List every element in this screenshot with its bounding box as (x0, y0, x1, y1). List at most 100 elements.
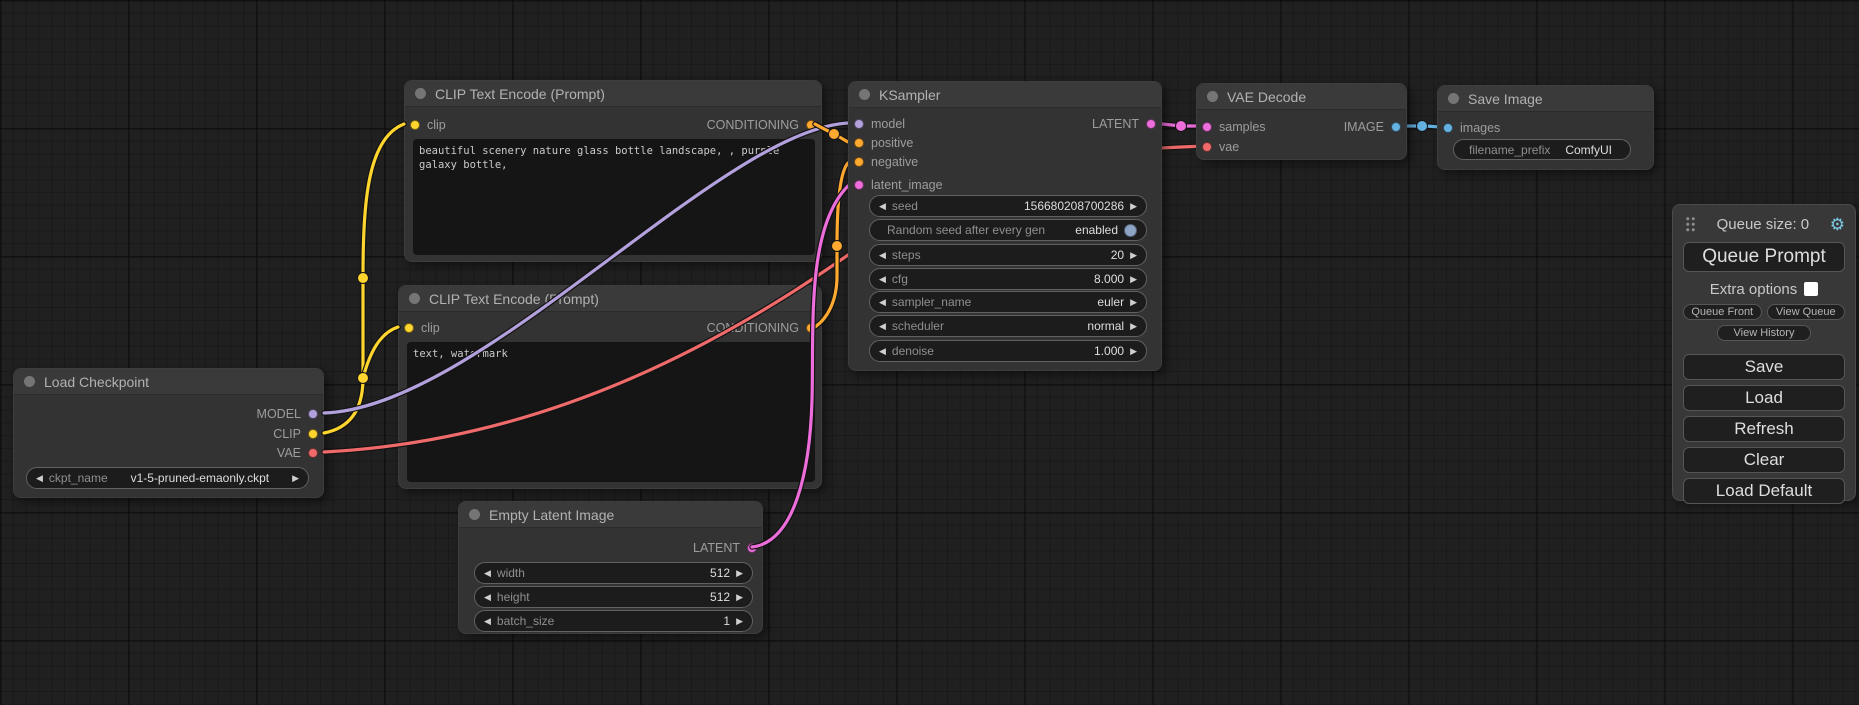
conditioning-port-dot[interactable] (854, 138, 864, 148)
queue-prompt-button[interactable]: Queue Prompt (1683, 242, 1845, 272)
filename-prefix-widget[interactable]: filename_prefix ComfyUI (1453, 139, 1631, 160)
queue-front-button[interactable]: Queue Front (1683, 304, 1762, 320)
node-load-checkpoint[interactable]: Load Checkpoint MODEL CLIP VAE ◀ ckpt_na… (13, 368, 324, 498)
arrow-right-icon[interactable]: ▶ (1130, 251, 1137, 260)
scheduler-widget[interactable]: ◀ scheduler normal ▶ (869, 315, 1147, 337)
collapse-dot-icon[interactable] (1207, 91, 1218, 102)
vae-port-dot[interactable] (1202, 142, 1212, 152)
sampler-name-widget[interactable]: ◀ sampler_name euler ▶ (869, 291, 1147, 313)
vae-port-dot[interactable] (308, 448, 318, 458)
latent-port-dot[interactable] (747, 543, 757, 553)
node-save-image[interactable]: Save Image images filename_prefix ComfyU… (1437, 85, 1654, 170)
output-conditioning[interactable]: CONDITIONING (707, 320, 816, 336)
arrow-right-icon[interactable]: ▶ (1130, 275, 1137, 284)
model-port-dot[interactable] (854, 119, 864, 129)
output-latent[interactable]: LATENT (693, 540, 757, 556)
clip-port-dot[interactable] (308, 429, 318, 439)
input-positive[interactable]: positive (854, 135, 913, 151)
gear-icon[interactable]: ⚙ (1830, 216, 1845, 233)
drag-handle-icon[interactable] (1685, 216, 1696, 233)
arrow-left-icon[interactable]: ◀ (879, 251, 886, 260)
arrow-right-icon[interactable]: ▶ (1130, 347, 1137, 356)
steps-widget[interactable]: ◀ steps 20 ▶ (869, 244, 1147, 266)
load-default-button[interactable]: Load Default (1683, 478, 1845, 504)
output-latent[interactable]: LATENT (1092, 116, 1156, 132)
node-title-bar[interactable]: Save Image (1438, 86, 1653, 112)
node-empty-latent-image[interactable]: Empty Latent Image LATENT ◀ width 512 ▶ … (458, 501, 763, 634)
node-title-bar[interactable]: Empty Latent Image (459, 502, 762, 528)
output-image[interactable]: IMAGE (1344, 119, 1401, 135)
collapse-dot-icon[interactable] (1448, 93, 1459, 104)
batch-size-widget[interactable]: ◀ batch_size 1 ▶ (474, 610, 753, 632)
extra-options-checkbox[interactable] (1804, 282, 1818, 296)
image-port-dot[interactable] (1391, 122, 1401, 132)
model-port-dot[interactable] (308, 409, 318, 419)
denoise-widget[interactable]: ◀ denoise 1.000 ▶ (869, 340, 1147, 362)
input-clip[interactable]: clip (404, 320, 440, 336)
input-samples[interactable]: samples (1202, 119, 1266, 135)
node-title-bar[interactable]: CLIP Text Encode (Prompt) (405, 81, 821, 107)
view-history-button[interactable]: View History (1717, 325, 1811, 341)
arrow-left-icon[interactable]: ◀ (484, 569, 491, 578)
arrow-left-icon[interactable]: ◀ (484, 617, 491, 626)
conditioning-port-dot[interactable] (806, 323, 816, 333)
arrow-left-icon[interactable]: ◀ (36, 474, 43, 483)
node-title-bar[interactable]: VAE Decode (1197, 84, 1406, 110)
input-latent-image[interactable]: latent_image (854, 177, 943, 193)
arrow-right-icon[interactable]: ▶ (736, 617, 743, 626)
load-button[interactable]: Load (1683, 385, 1845, 411)
arrow-left-icon[interactable]: ◀ (879, 202, 886, 211)
refresh-button[interactable]: Refresh (1683, 416, 1845, 442)
arrow-right-icon[interactable]: ▶ (736, 569, 743, 578)
image-port-dot[interactable] (1443, 123, 1453, 133)
node-clip-text-encode-positive[interactable]: CLIP Text Encode (Prompt) clip CONDITION… (404, 80, 822, 262)
collapse-dot-icon[interactable] (469, 509, 480, 520)
arrow-right-icon[interactable]: ▶ (1130, 202, 1137, 211)
node-title-bar[interactable]: Load Checkpoint (14, 369, 323, 395)
arrow-left-icon[interactable]: ◀ (484, 593, 491, 602)
queue-panel[interactable]: Queue size: 0 ⚙ Queue Prompt Extra optio… (1672, 204, 1856, 501)
arrow-left-icon[interactable]: ◀ (879, 347, 886, 356)
arrow-right-icon[interactable]: ▶ (1130, 298, 1137, 307)
negative-prompt-textarea[interactable]: text, watermark (407, 342, 815, 482)
arrow-right-icon[interactable]: ▶ (292, 474, 299, 483)
node-vae-decode[interactable]: VAE Decode samples vae IMAGE (1196, 83, 1407, 160)
arrow-right-icon[interactable]: ▶ (1130, 322, 1137, 331)
node-clip-text-encode-negative[interactable]: CLIP Text Encode (Prompt) clip CONDITION… (398, 285, 822, 489)
height-widget[interactable]: ◀ height 512 ▶ (474, 586, 753, 608)
input-vae[interactable]: vae (1202, 139, 1239, 155)
latent-port-dot[interactable] (854, 180, 864, 190)
cfg-widget[interactable]: ◀ cfg 8.000 ▶ (869, 268, 1147, 290)
output-conditioning[interactable]: CONDITIONING (707, 117, 816, 133)
latent-port-dot[interactable] (1146, 119, 1156, 129)
clip-port-dot[interactable] (410, 120, 420, 130)
arrow-right-icon[interactable]: ▶ (736, 593, 743, 602)
collapse-dot-icon[interactable] (409, 293, 420, 304)
conditioning-port-dot[interactable] (806, 120, 816, 130)
input-clip[interactable]: clip (410, 117, 446, 133)
node-title-bar[interactable]: KSampler (849, 82, 1161, 108)
save-button[interactable]: Save (1683, 354, 1845, 380)
input-images[interactable]: images (1443, 120, 1500, 136)
arrow-left-icon[interactable]: ◀ (879, 275, 886, 284)
seed-widget[interactable]: ◀ seed 156680208700286 ▶ (869, 195, 1147, 217)
latent-port-dot[interactable] (1202, 122, 1212, 132)
clip-port-dot[interactable] (404, 323, 414, 333)
comfyui-canvas[interactable]: Load Checkpoint MODEL CLIP VAE ◀ ckpt_na… (0, 0, 1859, 705)
width-widget[interactable]: ◀ width 512 ▶ (474, 562, 753, 584)
output-model[interactable]: MODEL (257, 406, 318, 422)
output-vae[interactable]: VAE (277, 445, 318, 461)
collapse-dot-icon[interactable] (859, 89, 870, 100)
input-negative[interactable]: negative (854, 154, 918, 170)
output-clip[interactable]: CLIP (273, 426, 318, 442)
arrow-left-icon[interactable]: ◀ (879, 298, 886, 307)
input-model[interactable]: model (854, 116, 905, 132)
toggle-enabled-icon[interactable] (1124, 224, 1137, 237)
clear-button[interactable]: Clear (1683, 447, 1845, 473)
positive-prompt-textarea[interactable]: beautiful scenery nature glass bottle la… (413, 139, 815, 255)
collapse-dot-icon[interactable] (415, 88, 426, 99)
node-ksampler[interactable]: KSampler model positive negative latent_… (848, 81, 1162, 371)
view-queue-button[interactable]: View Queue (1767, 304, 1846, 320)
collapse-dot-icon[interactable] (24, 376, 35, 387)
random-seed-toggle-widget[interactable]: Random seed after every gen enabled (869, 219, 1147, 241)
